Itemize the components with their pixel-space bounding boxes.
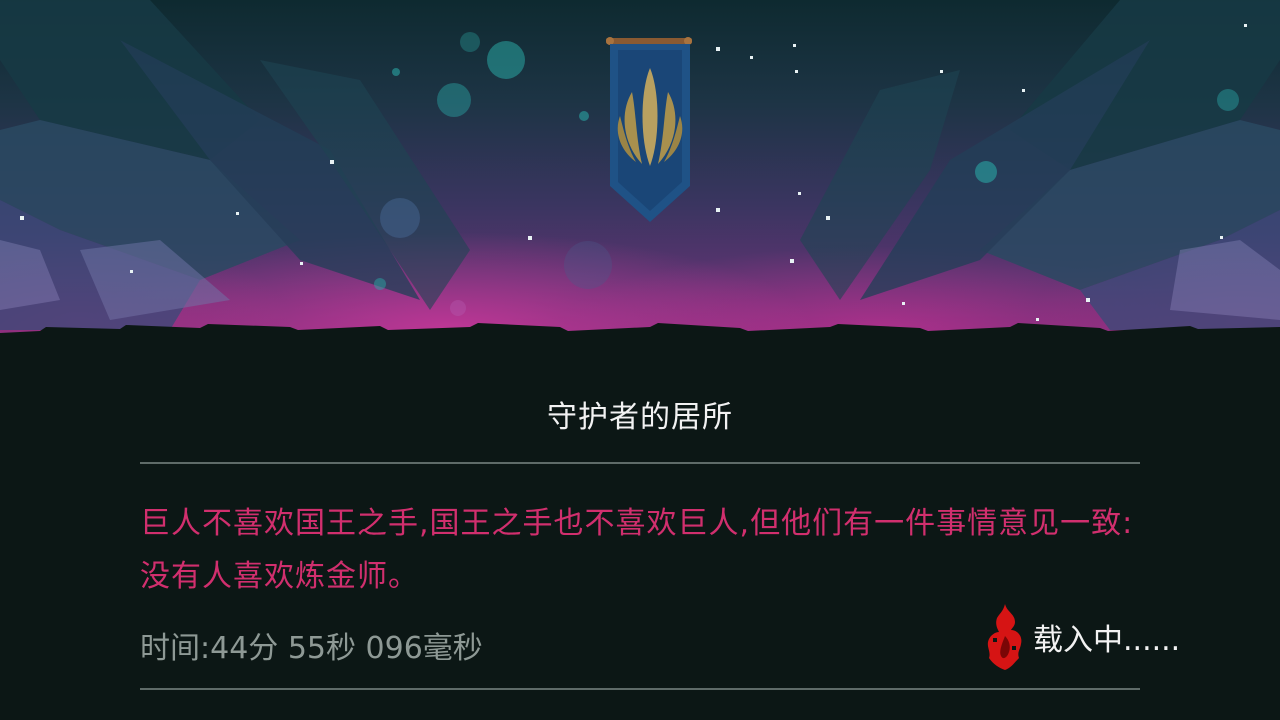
divider-top bbox=[140, 462, 1140, 464]
divider-bottom bbox=[140, 688, 1140, 690]
loading-indicator: 载入中...... bbox=[985, 602, 1180, 672]
scene-art bbox=[0, 0, 1280, 340]
right-crystal-formation bbox=[800, 0, 1280, 330]
hanging-banner bbox=[606, 37, 692, 222]
background-scene bbox=[0, 0, 1280, 340]
loading-screen: 守护者的居所 巨人不喜欢国王之手,国王之手也不喜欢巨人,但他们有一件事情意见一致… bbox=[0, 0, 1280, 720]
flame-icon bbox=[987, 604, 1022, 670]
left-crystal-formation bbox=[0, 0, 470, 330]
location-title: 守护者的居所 bbox=[547, 400, 733, 435]
run-timer: 时间:44分 55秒 096毫秒 bbox=[140, 631, 483, 666]
lore-text: 巨人不喜欢国王之手,国王之手也不喜欢巨人,但他们有一件事情意见一致:没有人喜欢炼… bbox=[140, 506, 1134, 594]
loading-label: 载入中...... bbox=[1033, 623, 1181, 658]
